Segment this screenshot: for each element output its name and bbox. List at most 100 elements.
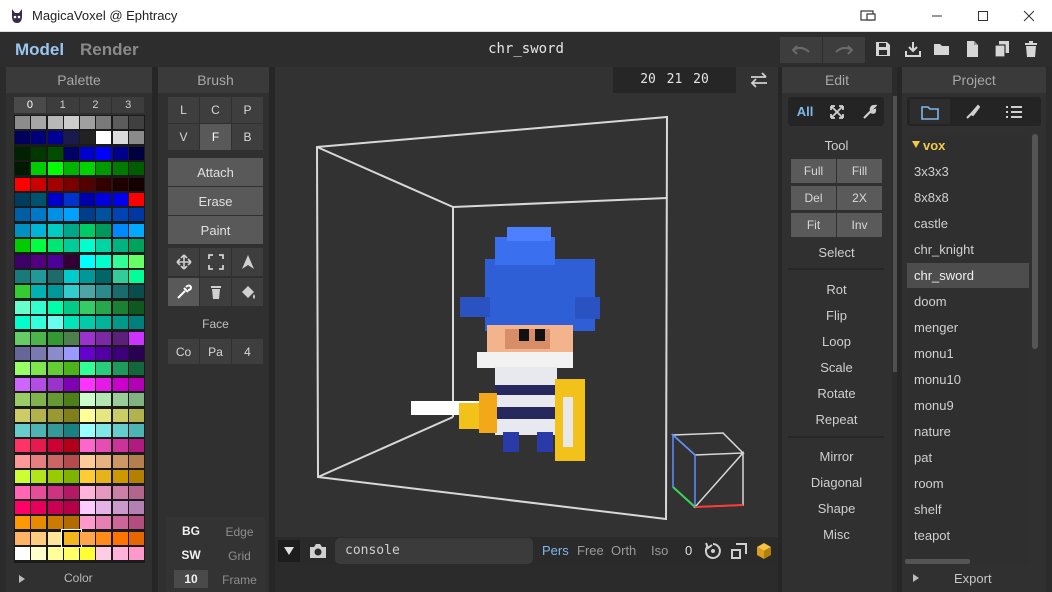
palette-swatch[interactable] (15, 254, 30, 268)
palette-swatch[interactable] (47, 193, 63, 206)
palette-swatch[interactable] (80, 239, 95, 253)
project-item[interactable]: chr_sword (907, 263, 1029, 288)
palette-swatch[interactable] (112, 531, 128, 545)
palette-swatch[interactable] (15, 424, 30, 437)
edit-filter-all[interactable]: All (790, 99, 820, 124)
palette-swatch[interactable] (128, 300, 144, 314)
palette-swatch[interactable] (96, 316, 112, 330)
palette-swatch[interactable] (112, 393, 128, 407)
project-item[interactable]: pat (907, 445, 1029, 470)
palette-swatch[interactable] (63, 501, 79, 514)
brush-line-button[interactable]: L (168, 97, 199, 123)
palette-swatch[interactable] (15, 131, 30, 145)
palette-swatch[interactable] (31, 177, 47, 191)
palette-swatch[interactable] (112, 516, 128, 530)
3d-viewport[interactable]: 20 21 20 (275, 67, 778, 537)
edit-scale-button[interactable]: Scale (790, 360, 883, 375)
palette-swatch[interactable] (63, 193, 79, 206)
palette-swatch[interactable] (128, 347, 144, 360)
project-item[interactable]: room (907, 471, 1029, 496)
palette-swatch[interactable] (63, 516, 79, 530)
export-expand-icon[interactable] (912, 574, 920, 582)
palette-swatch[interactable] (80, 547, 95, 561)
palette-swatch[interactable] (31, 547, 47, 561)
edge-toggle[interactable]: Edge (217, 525, 262, 539)
palette-swatch[interactable] (96, 362, 112, 376)
palette-swatch[interactable] (63, 300, 79, 314)
projection-free[interactable]: Free (577, 543, 604, 558)
palette-swatch[interactable] (15, 208, 30, 222)
palette-swatch[interactable] (31, 377, 47, 391)
palette-swatch[interactable] (15, 485, 30, 499)
pointer-tool-button[interactable] (232, 248, 263, 276)
palette-swatch[interactable] (128, 162, 144, 176)
delete-file-icon[interactable] (1022, 40, 1040, 58)
palette-swatch[interactable] (80, 501, 95, 514)
palette-swatch[interactable] (47, 316, 63, 330)
palette-swatch[interactable] (47, 424, 63, 437)
palette-swatch[interactable] (80, 223, 95, 237)
project-list-tab[interactable] (994, 99, 1034, 124)
palette-swatch[interactable] (15, 393, 30, 407)
palette-swatch[interactable] (47, 116, 63, 129)
palette-swatch[interactable] (31, 270, 47, 283)
palette-swatch[interactable] (47, 454, 63, 468)
palette-swatch[interactable] (31, 116, 47, 129)
palette-swatch[interactable] (63, 208, 79, 222)
vox-folder[interactable]: vox (923, 138, 945, 153)
face-palette-button[interactable]: Pa (200, 339, 231, 364)
project-item[interactable]: menger (907, 315, 1029, 340)
palette-swatch[interactable] (15, 193, 30, 206)
palette-swatch[interactable] (63, 424, 79, 437)
palette-swatch[interactable] (63, 239, 79, 253)
palette-swatch[interactable] (63, 393, 79, 407)
palette-swatch[interactable] (47, 131, 63, 145)
background-toggle[interactable]: BG (174, 521, 208, 541)
palette-swatch[interactable] (112, 377, 128, 391)
palette-swatch[interactable] (63, 116, 79, 129)
palette-swatch[interactable] (47, 408, 63, 422)
palette-swatch[interactable] (80, 408, 95, 422)
palette-swatch[interactable] (31, 239, 47, 253)
palette-swatch[interactable] (31, 208, 47, 222)
palette-swatch[interactable] (15, 439, 30, 453)
palette-swatch[interactable] (96, 193, 112, 206)
palette-swatch[interactable] (80, 208, 95, 222)
move-tool-button[interactable] (168, 248, 199, 276)
palette-swatch[interactable] (112, 270, 128, 283)
palette-swatch[interactable] (96, 162, 112, 176)
shadow-toggle[interactable]: SW (174, 545, 208, 565)
palette-swatch[interactable] (112, 300, 128, 314)
camera-snapshot-icon[interactable] (308, 542, 328, 560)
paint-mode-button[interactable]: Paint (168, 216, 263, 244)
palette-swatch[interactable] (63, 470, 79, 484)
palette-swatch[interactable] (128, 116, 144, 129)
palette-swatch[interactable] (128, 501, 144, 514)
palette-swatch[interactable] (47, 347, 63, 360)
palette-swatch[interactable] (96, 454, 112, 468)
palette-swatch[interactable] (63, 223, 79, 237)
palette-tab-3[interactable]: 3 (112, 97, 144, 113)
minimize-button[interactable] (914, 0, 960, 32)
palette-swatch[interactable] (15, 146, 30, 160)
palette-swatch[interactable] (31, 254, 47, 268)
projection-perspective[interactable]: Pers (542, 543, 569, 558)
mode-render-tab[interactable]: Render (80, 40, 139, 60)
export-label[interactable]: Export (954, 571, 992, 586)
palette-swatch[interactable] (31, 454, 47, 468)
project-item[interactable]: teapot (907, 523, 1029, 548)
palette-swatch[interactable] (80, 316, 95, 330)
project-item[interactable]: shelf (907, 497, 1029, 522)
palette-swatch[interactable] (15, 239, 30, 253)
edit-rot-button[interactable]: Rot (790, 282, 883, 297)
palette-swatch[interactable] (96, 377, 112, 391)
tool-delete-button[interactable]: Del (791, 186, 836, 210)
palette-swatch[interactable] (80, 270, 95, 283)
palette-swatch[interactable] (63, 331, 79, 345)
brush-center-button[interactable]: C (200, 97, 231, 123)
palette-swatch[interactable] (96, 177, 112, 191)
palette-swatch[interactable] (47, 208, 63, 222)
palette-swatch[interactable] (15, 177, 30, 191)
project-item[interactable]: monu10 (907, 367, 1029, 392)
palette-swatch[interactable] (15, 300, 30, 314)
